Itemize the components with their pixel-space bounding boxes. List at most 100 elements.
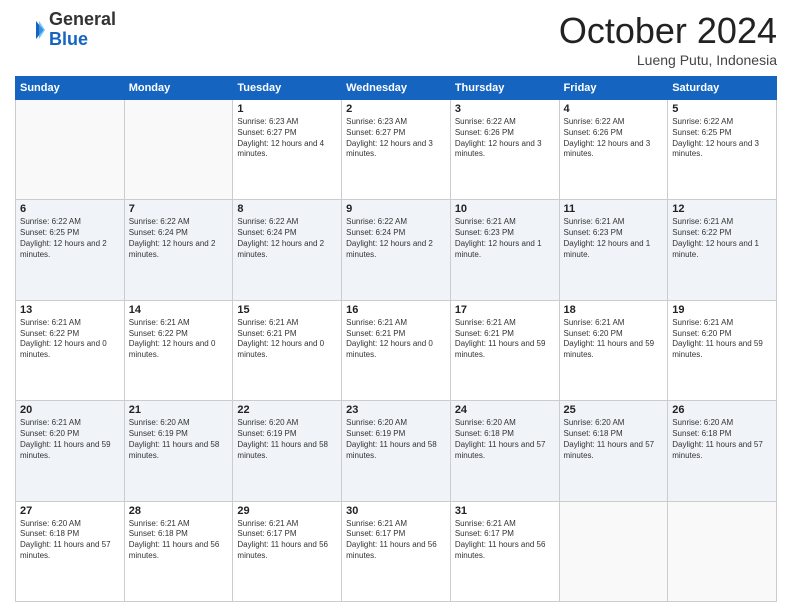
day-info: Sunrise: 6:22 AM Sunset: 6:26 PM Dayligh…	[455, 117, 555, 160]
calendar-cell: 4 Sunrise: 6:22 AM Sunset: 6:26 PM Daylig…	[559, 100, 668, 200]
day-info: Sunrise: 6:20 AM Sunset: 6:18 PM Dayligh…	[20, 519, 120, 562]
day-number: 31	[455, 505, 555, 517]
calendar-cell: 26 Sunrise: 6:20 AM Sunset: 6:18 PM Dayli…	[668, 401, 777, 501]
calendar-cell: 24 Sunrise: 6:20 AM Sunset: 6:18 PM Dayli…	[450, 401, 559, 501]
logo-blue: Blue	[49, 29, 88, 49]
day-number: 14	[129, 304, 229, 316]
calendar-week-2: 6 Sunrise: 6:22 AM Sunset: 6:25 PM Daylig…	[16, 200, 777, 300]
day-info: Sunrise: 6:20 AM Sunset: 6:18 PM Dayligh…	[455, 418, 555, 461]
day-info: Sunrise: 6:21 AM Sunset: 6:21 PM Dayligh…	[455, 318, 555, 361]
calendar-cell: 17 Sunrise: 6:21 AM Sunset: 6:21 PM Dayli…	[450, 300, 559, 400]
calendar-cell: 31 Sunrise: 6:21 AM Sunset: 6:17 PM Dayli…	[450, 501, 559, 601]
title-block: October 2024 Lueng Putu, Indonesia	[559, 10, 777, 68]
day-info: Sunrise: 6:22 AM Sunset: 6:25 PM Dayligh…	[672, 117, 772, 160]
calendar-cell: 1Sunrise: 6:23 AM Sunset: 6:27 PM Daylig…	[233, 100, 342, 200]
day-number: 17	[455, 304, 555, 316]
day-number: 25	[564, 404, 664, 416]
logo: General Blue	[15, 10, 116, 50]
calendar-week-4: 20 Sunrise: 6:21 AM Sunset: 6:20 PM Dayli…	[16, 401, 777, 501]
calendar-cell: 14 Sunrise: 6:21 AM Sunset: 6:22 PM Dayli…	[124, 300, 233, 400]
day-info: Sunrise: 6:21 AM Sunset: 6:22 PM Dayligh…	[20, 318, 120, 361]
calendar-cell: 8 Sunrise: 6:22 AM Sunset: 6:24 PM Daylig…	[233, 200, 342, 300]
logo-general: General	[49, 9, 116, 29]
calendar-cell: 21 Sunrise: 6:20 AM Sunset: 6:19 PM Dayli…	[124, 401, 233, 501]
day-header-thursday: Thursday	[450, 77, 559, 100]
day-number: 21	[129, 404, 229, 416]
day-number: 8	[237, 203, 337, 215]
calendar-cell: 15 Sunrise: 6:21 AM Sunset: 6:21 PM Dayli…	[233, 300, 342, 400]
day-number: 1	[237, 103, 337, 115]
day-info: Sunrise: 6:22 AM Sunset: 6:24 PM Dayligh…	[346, 217, 446, 260]
calendar-cell: 9Sunrise: 6:22 AM Sunset: 6:24 PM Daylig…	[342, 200, 451, 300]
day-number: 12	[672, 203, 772, 215]
day-info: Sunrise: 6:22 AM Sunset: 6:24 PM Dayligh…	[129, 217, 229, 260]
day-number: 4	[564, 103, 664, 115]
day-number: 26	[672, 404, 772, 416]
calendar-cell: 6 Sunrise: 6:22 AM Sunset: 6:25 PM Daylig…	[16, 200, 125, 300]
day-number: 30	[346, 505, 446, 517]
calendar-table: SundayMondayTuesdayWednesdayThursdayFrid…	[15, 76, 777, 602]
day-header-wednesday: Wednesday	[342, 77, 451, 100]
day-info: Sunrise: 6:20 AM Sunset: 6:18 PM Dayligh…	[672, 418, 772, 461]
day-number: 29	[237, 505, 337, 517]
day-info: Sunrise: 6:21 AM Sunset: 6:20 PM Dayligh…	[672, 318, 772, 361]
day-info: Sunrise: 6:21 AM Sunset: 6:17 PM Dayligh…	[237, 519, 337, 562]
day-number: 10	[455, 203, 555, 215]
calendar-header-row: SundayMondayTuesdayWednesdayThursdayFrid…	[16, 77, 777, 100]
day-number: 3	[455, 103, 555, 115]
month-title: October 2024	[559, 10, 777, 52]
calendar-cell: 10Sunrise: 6:21 AM Sunset: 6:23 PM Dayli…	[450, 200, 559, 300]
day-number: 23	[346, 404, 446, 416]
day-info: Sunrise: 6:21 AM Sunset: 6:22 PM Dayligh…	[672, 217, 772, 260]
calendar-cell: 18Sunrise: 6:21 AM Sunset: 6:20 PM Dayli…	[559, 300, 668, 400]
day-info: Sunrise: 6:22 AM Sunset: 6:26 PM Dayligh…	[564, 117, 664, 160]
day-number: 28	[129, 505, 229, 517]
day-info: Sunrise: 6:21 AM Sunset: 6:20 PM Dayligh…	[20, 418, 120, 461]
calendar-cell: 5 Sunrise: 6:22 AM Sunset: 6:25 PM Daylig…	[668, 100, 777, 200]
logo-icon	[15, 15, 45, 45]
day-number: 16	[346, 304, 446, 316]
calendar-cell: 30Sunrise: 6:21 AM Sunset: 6:17 PM Dayli…	[342, 501, 451, 601]
calendar-week-1: 1Sunrise: 6:23 AM Sunset: 6:27 PM Daylig…	[16, 100, 777, 200]
calendar-cell	[124, 100, 233, 200]
day-number: 22	[237, 404, 337, 416]
calendar-cell: 29 Sunrise: 6:21 AM Sunset: 6:17 PM Dayli…	[233, 501, 342, 601]
day-number: 27	[20, 505, 120, 517]
day-number: 5	[672, 103, 772, 115]
day-info: Sunrise: 6:21 AM Sunset: 6:22 PM Dayligh…	[129, 318, 229, 361]
day-info: Sunrise: 6:20 AM Sunset: 6:19 PM Dayligh…	[129, 418, 229, 461]
calendar-cell: 25 Sunrise: 6:20 AM Sunset: 6:18 PM Dayli…	[559, 401, 668, 501]
day-number: 18	[564, 304, 664, 316]
calendar-cell: 2Sunrise: 6:23 AM Sunset: 6:27 PM Daylig…	[342, 100, 451, 200]
day-info: Sunrise: 6:21 AM Sunset: 6:23 PM Dayligh…	[564, 217, 664, 260]
day-info: Sunrise: 6:21 AM Sunset: 6:17 PM Dayligh…	[455, 519, 555, 562]
day-info: Sunrise: 6:21 AM Sunset: 6:21 PM Dayligh…	[237, 318, 337, 361]
calendar-cell: 3 Sunrise: 6:22 AM Sunset: 6:26 PM Daylig…	[450, 100, 559, 200]
day-number: 20	[20, 404, 120, 416]
calendar-cell: 27 Sunrise: 6:20 AM Sunset: 6:18 PM Dayli…	[16, 501, 125, 601]
day-header-sunday: Sunday	[16, 77, 125, 100]
calendar-cell: 12 Sunrise: 6:21 AM Sunset: 6:22 PM Dayli…	[668, 200, 777, 300]
calendar-cell: 16 Sunrise: 6:21 AM Sunset: 6:21 PM Dayli…	[342, 300, 451, 400]
day-number: 13	[20, 304, 120, 316]
calendar-cell: 13 Sunrise: 6:21 AM Sunset: 6:22 PM Dayli…	[16, 300, 125, 400]
calendar-cell: 7Sunrise: 6:22 AM Sunset: 6:24 PM Daylig…	[124, 200, 233, 300]
calendar-cell	[559, 501, 668, 601]
day-info: Sunrise: 6:22 AM Sunset: 6:25 PM Dayligh…	[20, 217, 120, 260]
day-header-saturday: Saturday	[668, 77, 777, 100]
day-number: 6	[20, 203, 120, 215]
day-info: Sunrise: 6:20 AM Sunset: 6:18 PM Dayligh…	[564, 418, 664, 461]
day-info: Sunrise: 6:20 AM Sunset: 6:19 PM Dayligh…	[237, 418, 337, 461]
day-info: Sunrise: 6:21 AM Sunset: 6:21 PM Dayligh…	[346, 318, 446, 361]
calendar-cell: 19Sunrise: 6:21 AM Sunset: 6:20 PM Dayli…	[668, 300, 777, 400]
calendar-cell: 20 Sunrise: 6:21 AM Sunset: 6:20 PM Dayli…	[16, 401, 125, 501]
day-number: 11	[564, 203, 664, 215]
day-number: 24	[455, 404, 555, 416]
day-info: Sunrise: 6:22 AM Sunset: 6:24 PM Dayligh…	[237, 217, 337, 260]
calendar-cell	[668, 501, 777, 601]
calendar-cell	[16, 100, 125, 200]
location: Lueng Putu, Indonesia	[559, 52, 777, 68]
calendar-cell: 28Sunrise: 6:21 AM Sunset: 6:18 PM Dayli…	[124, 501, 233, 601]
calendar-week-3: 13 Sunrise: 6:21 AM Sunset: 6:22 PM Dayli…	[16, 300, 777, 400]
day-number: 15	[237, 304, 337, 316]
